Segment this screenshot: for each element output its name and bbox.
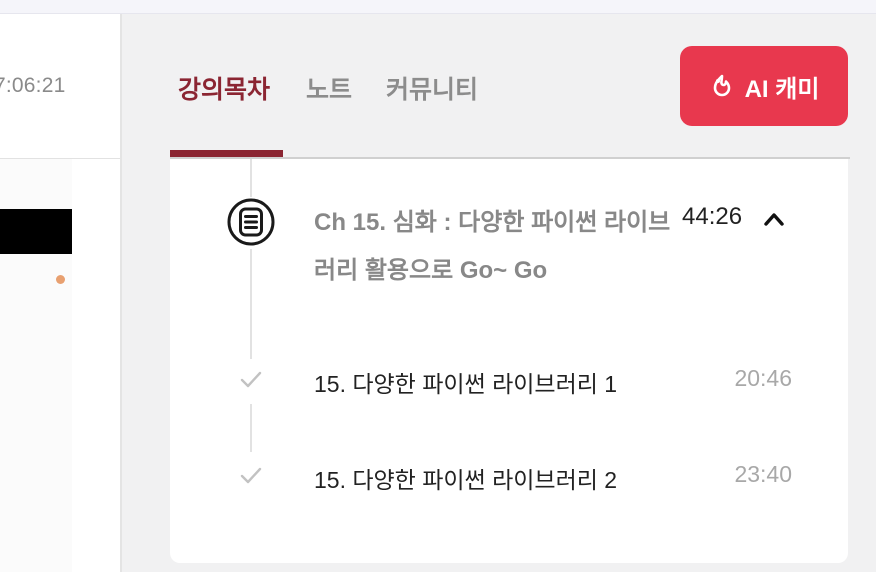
document-list-icon [226,197,276,247]
active-tab-indicator [170,150,283,157]
timeline-line [250,404,252,452]
lesson-title: 15. 다양한 파이썬 라이브러리 2 [314,467,618,493]
top-strip [0,0,876,14]
tab-notes[interactable]: 노트 [306,70,352,106]
course-sidebar: 강의목차 노트 커뮤니티 AI 캐미 Ch 15. 심화 : 다양한 파이썬 라… [122,14,876,572]
lesson-duration: 20:46 [734,365,792,391]
ai-kaemi-button[interactable]: AI 캐미 [680,46,848,126]
tab-curriculum[interactable]: 강의목차 [178,70,270,106]
tab-community[interactable]: 커뮤니티 [386,70,478,106]
curriculum-card: Ch 15. 심화 : 다양한 파이썬 라이브러리 활용으로 Go~ Go 44… [170,159,848,563]
video-frame [0,209,72,254]
elapsed-time: 7:06:21 [0,74,66,97]
player-pane: 7:06:21 [0,14,121,572]
lesson-title: 15. 다양한 파이썬 라이브러리 1 [314,371,618,397]
timeline-line [250,249,252,359]
lesson-item[interactable]: 15. 다양한 파이썬 라이브러리 1 20:46 [170,355,848,405]
check-icon [240,467,262,484]
lesson-item[interactable]: 15. 다양한 파이썬 라이브러리 2 23:40 [170,451,848,501]
chapter-title[interactable]: Ch 15. 심화 : 다양한 파이썬 라이브러리 활용으로 Go~ Go [314,199,674,295]
chapter-duration: 44:26 [682,203,743,230]
flame-icon [713,74,730,97]
check-icon [240,371,262,388]
ai-button-label: AI 캐미 [744,75,820,103]
chevron-up-icon[interactable] [762,209,786,229]
player-header: 7:06:21 [0,14,121,159]
video-marker [56,275,65,284]
lesson-duration: 23:40 [734,461,792,487]
